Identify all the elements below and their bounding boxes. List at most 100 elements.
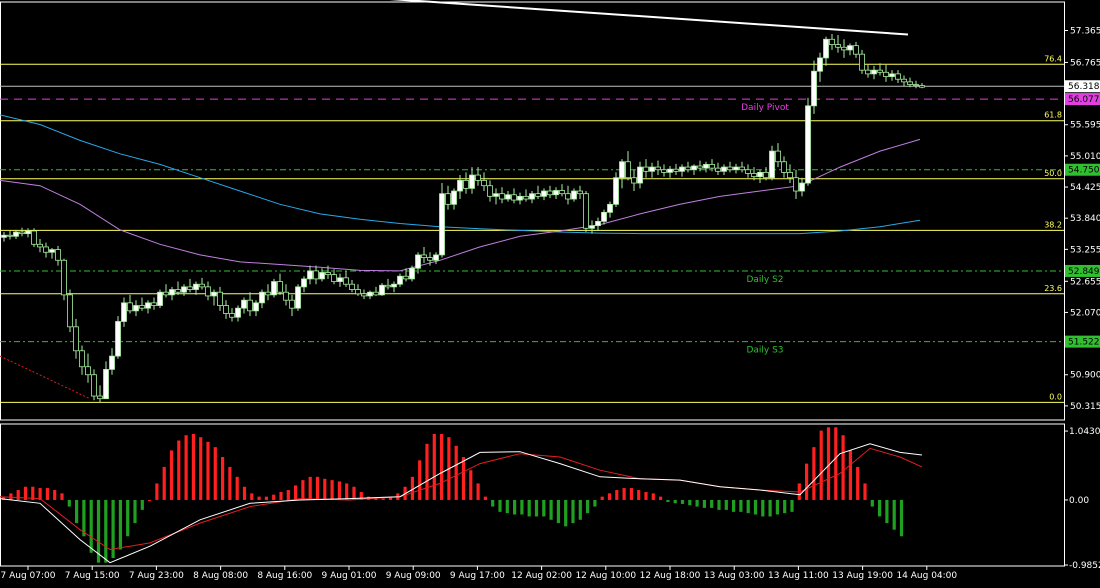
candle-body — [43, 246, 49, 253]
macd-histogram-bar — [199, 437, 203, 500]
candle-body — [7, 234, 13, 237]
candle-body — [223, 305, 229, 314]
macd-histogram-bar — [177, 440, 181, 500]
macd-histogram-bar — [783, 499, 787, 514]
y-tick-label: 52.655 — [1070, 277, 1100, 287]
macd-histogram-bar — [637, 490, 641, 500]
candle-body — [331, 274, 337, 282]
macd-histogram-bar — [505, 499, 509, 514]
x-tick-label: 7 Aug 23:00 — [129, 571, 184, 581]
candle-body — [721, 166, 727, 172]
macd-histogram-bar — [330, 480, 334, 500]
macd-histogram-bar — [498, 499, 502, 512]
macd-histogram-bar — [878, 499, 882, 517]
candle-body — [67, 294, 73, 328]
candle-body — [265, 291, 271, 296]
macd-histogram-bar — [228, 466, 232, 500]
y-tick-label: 50.315 — [1070, 402, 1100, 412]
y-tick-label: 50.900 — [1070, 371, 1100, 381]
candle-body — [565, 193, 571, 200]
fib-label: 38.2 — [1044, 220, 1062, 229]
candle-body — [19, 231, 25, 235]
candle-body — [319, 272, 325, 280]
macd-histogram-bar — [812, 447, 816, 500]
candle-body — [793, 177, 799, 192]
x-tick-label: 7 Aug 15:00 — [65, 571, 120, 581]
macd-histogram-bar — [586, 499, 590, 514]
candle-body — [271, 281, 277, 296]
candle-body — [733, 166, 739, 171]
candle-body — [175, 289, 181, 293]
candle-body — [589, 225, 595, 229]
candle-body — [637, 166, 643, 184]
candle-body — [1, 234, 7, 238]
candle-body — [385, 284, 391, 288]
macd-histogram-bar — [761, 499, 765, 517]
x-tick-label: 14 Aug 04:00 — [896, 571, 957, 581]
macd-histogram-bar — [622, 488, 626, 500]
macd-histogram-bar — [885, 499, 889, 524]
candle-body — [727, 166, 733, 171]
candle-body — [457, 179, 463, 192]
candle-body — [79, 350, 85, 368]
candle-body — [433, 254, 439, 261]
candle-body — [61, 259, 67, 296]
candle-body — [787, 171, 793, 179]
candle-body — [391, 283, 397, 288]
candle-body — [577, 190, 583, 195]
candle-body — [367, 291, 373, 297]
candle-body — [379, 284, 385, 296]
candle-body — [571, 190, 577, 200]
chart-svg: 76.461.850.038.223.60.0Daily PivotDaily … — [0, 0, 1100, 581]
candle-body — [301, 278, 307, 288]
candle-body — [841, 46, 847, 51]
y-tick-label: 56.765 — [1070, 58, 1100, 68]
macd-histogram-bar — [323, 478, 327, 500]
macd-histogram-bar — [257, 496, 261, 500]
macd-panel-frame — [0, 423, 1065, 567]
x-tick-label: 13 Aug 03:00 — [704, 571, 765, 581]
candle-body — [757, 171, 763, 178]
fib-label: 0.0 — [1049, 392, 1062, 401]
x-tick-label: 8 Aug 16:00 — [257, 571, 312, 581]
macd-histogram-bar — [578, 499, 582, 520]
moving-average-line — [0, 138, 921, 272]
macd-histogram-bar — [337, 481, 341, 500]
candle-body — [415, 254, 421, 269]
candle-body — [139, 305, 145, 309]
candle-body — [169, 289, 175, 296]
candle-body — [199, 283, 205, 288]
candle-body — [541, 190, 547, 197]
macd-histogram-bar — [673, 499, 677, 504]
candle-body — [601, 211, 607, 222]
candle-body — [325, 272, 331, 276]
macd-histogram-bar — [680, 499, 685, 504]
candle-body — [907, 81, 913, 85]
candle-body — [691, 165, 697, 171]
candle-body — [595, 220, 601, 227]
macd-histogram-bar — [659, 496, 663, 500]
candle-body — [463, 179, 469, 189]
x-tick-label: 13 Aug 19:00 — [832, 571, 893, 581]
macd-histogram-bar — [848, 450, 852, 500]
candle-body — [355, 289, 361, 295]
candle-body — [469, 174, 475, 189]
y-tick-label: 57.365 — [1070, 26, 1100, 36]
macd-histogram-bar — [89, 499, 93, 553]
level-tag-label: 54.750 — [1068, 166, 1100, 176]
candle-body — [901, 78, 907, 83]
candle-body — [217, 291, 223, 306]
candle-body — [247, 299, 253, 312]
candle-body — [361, 293, 367, 297]
macd-histogram-bar — [45, 488, 49, 500]
candle-body — [85, 366, 91, 376]
candle-body — [181, 286, 187, 293]
candle-body — [13, 231, 19, 237]
y-tick-label: 55.595 — [1070, 121, 1100, 131]
macd-histogram-bar — [819, 430, 823, 500]
candle-body — [805, 105, 811, 184]
candle-body — [715, 167, 721, 172]
macd-histogram-bar — [651, 493, 655, 500]
macd-histogram-bar — [469, 470, 473, 500]
candle-body — [865, 69, 871, 75]
